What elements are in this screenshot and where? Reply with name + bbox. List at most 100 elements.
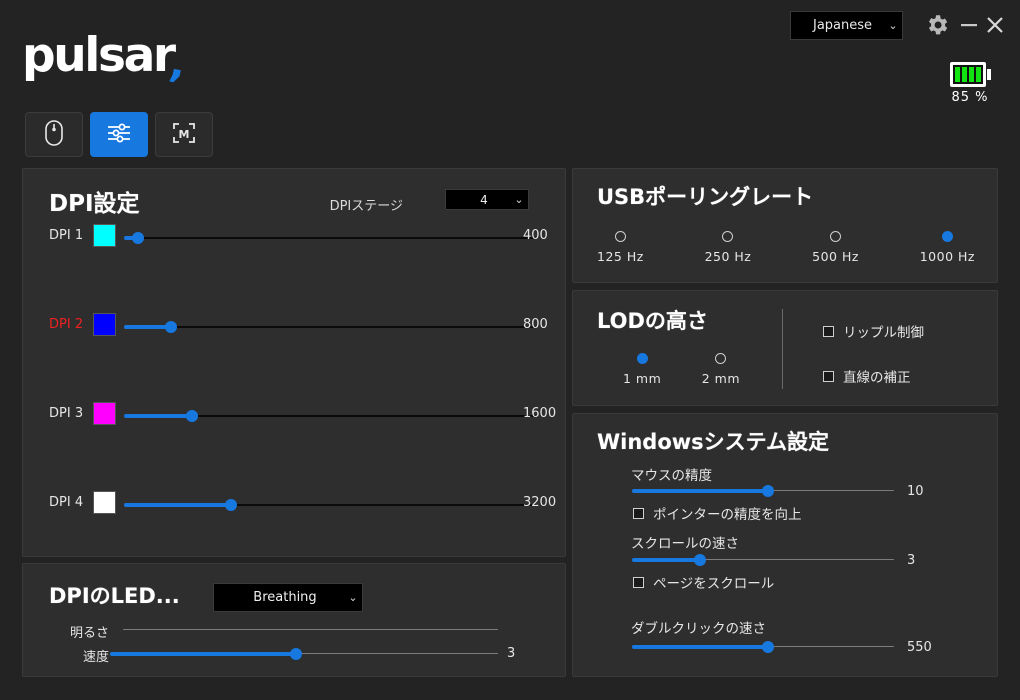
mouse-tab[interactable]: [25, 112, 83, 157]
dpi-stage-label: DPIステージ: [329, 199, 403, 214]
macro-tab[interactable]: M: [155, 112, 213, 157]
usb-option-label: 125 Hz: [597, 249, 644, 264]
dpi-slider[interactable]: [124, 498, 536, 512]
usb-option-label: 250 Hz: [704, 249, 752, 264]
svg-text:M: M: [179, 128, 190, 141]
dpi-color-swatch[interactable]: [93, 313, 116, 336]
dpi-row-label: DPI 1: [49, 228, 84, 243]
double-click-speed-slider[interactable]: [632, 640, 894, 654]
checkbox-icon: [823, 370, 834, 382]
led-panel-title: DPIのLED...: [49, 584, 180, 608]
lod-option-label: 1 mm: [623, 371, 662, 386]
dpi-row: DPI 2 800: [23, 310, 565, 340]
dpi-slider[interactable]: [124, 320, 536, 334]
double-click-speed-value: 550: [907, 640, 932, 655]
chevron-down-icon: ⌄: [514, 193, 524, 206]
radio-icon: [715, 353, 727, 364]
usb-option-500[interactable]: 500 Hz: [812, 231, 859, 264]
dpi-row: DPI 4 3200: [23, 488, 565, 518]
radio-icon: [941, 231, 953, 242]
lod-divider: [782, 309, 783, 389]
enhance-pointer-precision-checkbox[interactable]: ポインターの精度を向上: [633, 503, 802, 523]
radio-icon: [636, 353, 648, 364]
usb-polling-options: 125 Hz 250 Hz 500 Hz 1000 Hz: [597, 231, 975, 264]
led-speed-slider[interactable]: [110, 647, 498, 661]
battery-indicator: 85 %: [944, 62, 996, 105]
scroll-page-checkbox[interactable]: ページをスクロール: [633, 572, 774, 592]
battery-percent: 85 %: [951, 90, 989, 105]
radio-icon: [614, 231, 626, 242]
dpi-row: DPI 3 1600: [23, 399, 565, 429]
dpi-led-panel: DPIのLED... Breathing ⌄ 明るさ 速度 3: [22, 563, 566, 677]
usb-option-125[interactable]: 125 Hz: [597, 231, 644, 264]
led-effect-value: Breathing: [253, 590, 317, 605]
lod-panel: LODの高さ 1 mm 2 mm リップル制御 直線の補正: [572, 290, 998, 406]
windows-panel-title: Windowsシステム設定: [597, 430, 830, 454]
battery-bars: [954, 67, 981, 82]
lod-option-2mm[interactable]: 2 mm: [702, 353, 740, 386]
lod-option-1mm[interactable]: 1 mm: [623, 353, 661, 386]
usb-option-label: 1000 Hz: [919, 249, 975, 264]
dpi-row-label: DPI 4: [49, 495, 84, 510]
usb-polling-panel: USBポーリングレート 125 Hz 250 Hz 500 Hz 1000 Hz: [572, 168, 998, 283]
lod-options: 1 mm 2 mm: [623, 353, 740, 386]
mouse-icon: [43, 119, 65, 151]
scroll-speed-slider[interactable]: [632, 553, 894, 567]
performance-tab[interactable]: [90, 112, 148, 157]
radio-icon: [722, 231, 734, 242]
radio-icon: [830, 231, 842, 242]
scroll-speed-value: 3: [907, 553, 916, 568]
angle-snapping-checkbox[interactable]: 直線の補正: [823, 366, 911, 386]
usb-option-250[interactable]: 250 Hz: [705, 231, 752, 264]
scroll-speed-label: スクロールの速さ: [631, 536, 739, 552]
brand-logo: pulsar,: [22, 28, 188, 88]
checkbox-icon: [633, 576, 644, 588]
mouse-precision-label: マウスの精度: [631, 468, 712, 484]
lod-option-label: 2 mm: [701, 371, 740, 386]
dpi-stage-value: 4: [480, 192, 488, 207]
usb-panel-title: USBポーリングレート: [597, 185, 814, 209]
pulsar-configurator-window: Japanese ⌄ pulsar, M 85 % DPI設定 DPIステージ …: [0, 0, 1020, 700]
dpi-slider[interactable]: [124, 409, 536, 423]
language-select[interactable]: Japanese ⌄: [790, 11, 903, 40]
minimize-icon[interactable]: [957, 13, 981, 37]
double-click-speed-label: ダブルクリックの速さ: [631, 621, 766, 637]
led-brightness-slider[interactable]: [123, 623, 498, 637]
usb-option-1000[interactable]: 1000 Hz: [920, 231, 975, 264]
dpi-color-swatch[interactable]: [93, 491, 116, 514]
chevron-down-icon: ⌄: [348, 591, 358, 604]
close-icon[interactable]: [983, 13, 1007, 37]
mouse-precision-slider[interactable]: [632, 484, 894, 498]
dpi-panel-title: DPI設定: [49, 191, 140, 217]
led-effect-select[interactable]: Breathing ⌄: [213, 583, 363, 612]
checkbox-icon: [633, 507, 644, 519]
led-speed-value: 3: [507, 646, 516, 661]
lod-panel-title: LODの高さ: [597, 309, 708, 333]
dpi-color-swatch[interactable]: [93, 402, 116, 425]
windows-settings-panel: Windowsシステム設定 マウスの精度 10 ポインターの精度を向上 スクロー…: [572, 413, 998, 677]
dpi-row: DPI 1 400: [23, 221, 565, 251]
brand-name: pulsar: [22, 28, 176, 83]
gear-icon[interactable]: [924, 12, 950, 38]
dpi-row-label: DPI 2: [49, 317, 84, 332]
sliders-icon: [106, 121, 132, 149]
dpi-stage-select[interactable]: 4 ⌄: [445, 189, 529, 210]
dpi-slider[interactable]: [124, 231, 536, 245]
led-brightness-label: 明るさ: [69, 626, 109, 641]
dpi-settings-panel: DPI設定 DPIステージ 4 ⌄ DPI 1 400 DPI 2 800 DP…: [22, 168, 566, 557]
language-select-value: Japanese: [812, 18, 873, 33]
dpi-row-label: DPI 3: [49, 406, 84, 421]
enhance-pointer-precision-label: ポインターの精度を向上: [653, 507, 802, 523]
dpi-color-swatch[interactable]: [93, 224, 116, 247]
ripple-control-checkbox[interactable]: リップル制御: [823, 321, 924, 341]
usb-option-label: 500 Hz: [812, 249, 859, 264]
ripple-control-label: リップル制御: [843, 325, 924, 341]
led-speed-label: 速度: [82, 650, 109, 665]
mouse-precision-value: 10: [907, 484, 924, 499]
battery-icon: [949, 62, 991, 87]
checkbox-icon: [823, 325, 834, 337]
scroll-page-label: ページをスクロール: [653, 576, 775, 592]
angle-snapping-label: 直線の補正: [843, 370, 911, 386]
chevron-down-icon: ⌄: [888, 19, 898, 32]
macro-icon: M: [171, 121, 197, 149]
